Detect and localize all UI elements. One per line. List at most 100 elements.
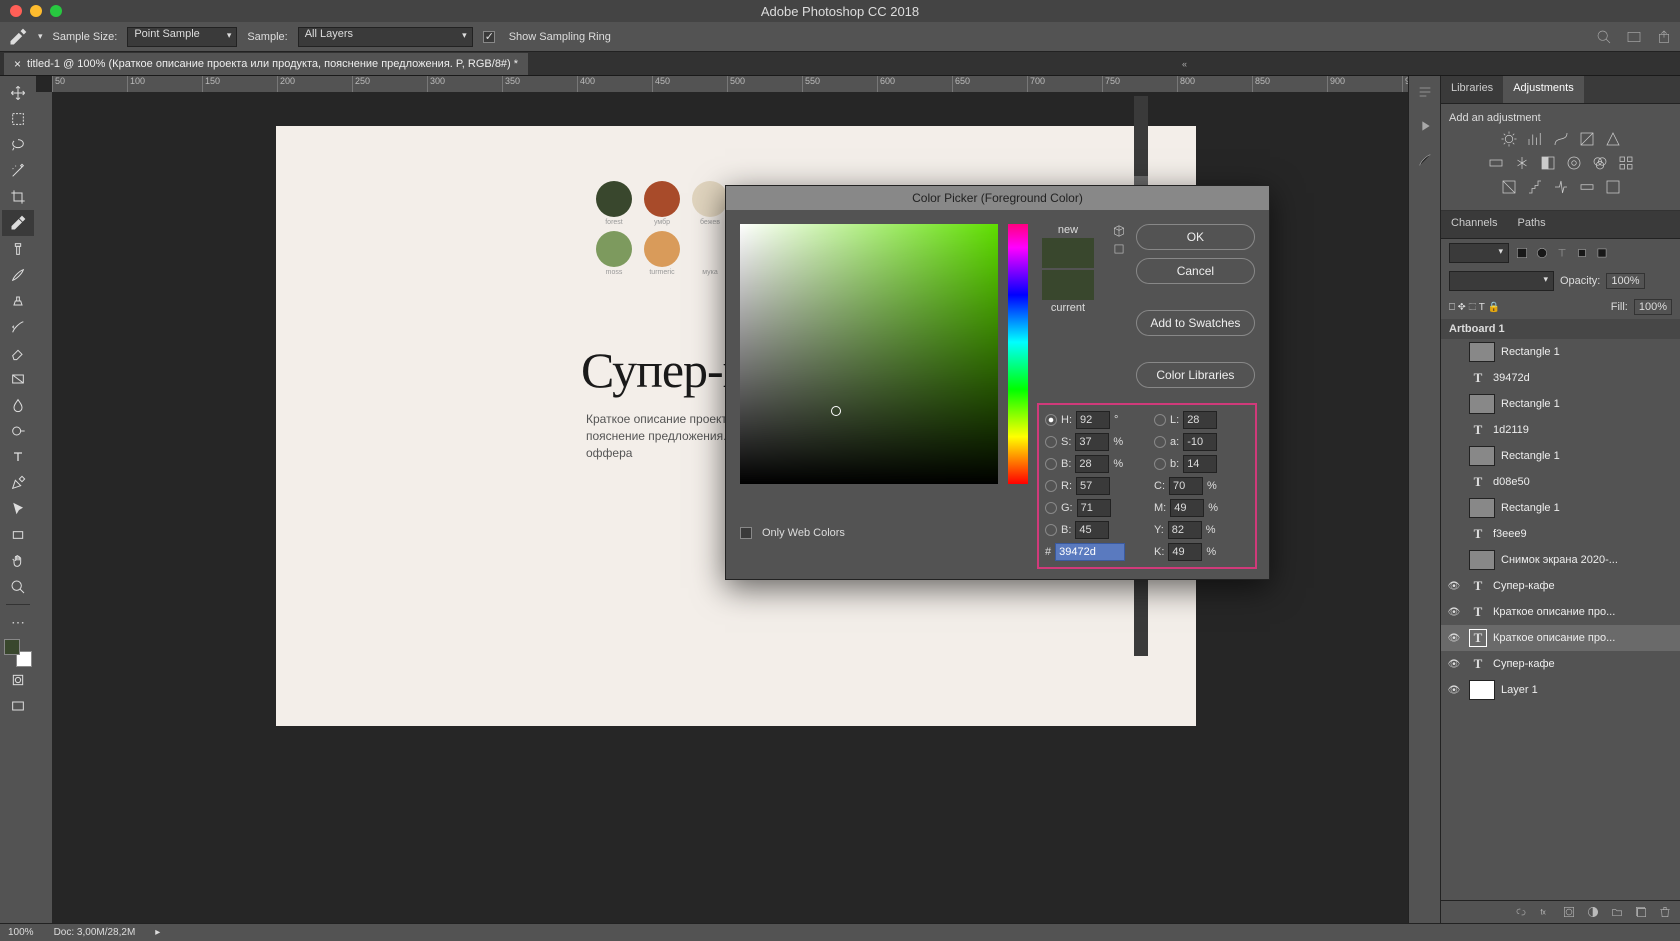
- group-icon[interactable]: [1610, 905, 1624, 919]
- ok-button[interactable]: OK: [1136, 224, 1255, 250]
- hand-tool[interactable]: [2, 548, 34, 574]
- clone-stamp-tool[interactable]: [2, 288, 34, 314]
- move-tool[interactable]: [2, 80, 34, 106]
- saturation-brightness-field[interactable]: [740, 224, 998, 484]
- share-icon[interactable]: [1656, 29, 1672, 45]
- foreground-color-swatch[interactable]: [4, 639, 20, 655]
- layer-row[interactable]: 👁TКраткое описание про...: [1441, 625, 1680, 651]
- blend-mode-dropdown[interactable]: [1449, 271, 1554, 291]
- mask-icon[interactable]: [1562, 905, 1576, 919]
- b-input[interactable]: [1183, 455, 1217, 473]
- sample-dropdown[interactable]: All Layers: [298, 27, 473, 47]
- l-input[interactable]: [1183, 411, 1217, 429]
- layer-row[interactable]: 👁TСупер-кафе: [1441, 651, 1680, 677]
- tab-paths[interactable]: Paths: [1507, 211, 1555, 238]
- a-input[interactable]: [1183, 433, 1217, 451]
- screen-mode-icon[interactable]: [2, 693, 34, 719]
- radio-bl[interactable]: [1045, 524, 1057, 536]
- doc-info-chevron-icon[interactable]: ▸: [155, 927, 160, 938]
- layer-row[interactable]: 👁TСупер-кафе: [1441, 573, 1680, 599]
- tab-adjustments[interactable]: Adjustments: [1503, 76, 1584, 103]
- radio-l[interactable]: [1154, 414, 1166, 426]
- k-input[interactable]: [1168, 543, 1202, 561]
- zoom-tool[interactable]: [2, 574, 34, 600]
- maximize-window-icon[interactable]: [50, 5, 62, 17]
- photo-filter-icon[interactable]: [1565, 154, 1583, 172]
- trash-icon[interactable]: [1658, 905, 1672, 919]
- levels-icon[interactable]: [1526, 130, 1544, 148]
- filter-smart-icon[interactable]: [1595, 246, 1609, 260]
- brushes-panel-icon[interactable]: [1417, 152, 1433, 168]
- visibility-toggle[interactable]: 👁: [1445, 685, 1463, 696]
- hue-slider[interactable]: [1008, 224, 1028, 484]
- layer-row[interactable]: Rectangle 1: [1441, 391, 1680, 417]
- blur-tool[interactable]: [2, 392, 34, 418]
- layer-row[interactable]: T1d2119: [1441, 417, 1680, 443]
- color-libraries-button[interactable]: Color Libraries: [1136, 362, 1255, 388]
- filter-image-icon[interactable]: [1515, 246, 1529, 260]
- pen-tool[interactable]: [2, 470, 34, 496]
- g-input[interactable]: [1077, 499, 1111, 517]
- healing-brush-tool[interactable]: [2, 236, 34, 262]
- layer-row[interactable]: Rectangle 1: [1441, 339, 1680, 365]
- threshold-icon[interactable]: [1552, 178, 1570, 196]
- visibility-toggle[interactable]: 👁: [1445, 633, 1463, 644]
- fx-icon[interactable]: fx: [1538, 905, 1552, 919]
- adjustment-layer-icon[interactable]: [1586, 905, 1600, 919]
- color-picker-dialog[interactable]: Color Picker (Foreground Color) new curr…: [725, 185, 1270, 580]
- properties-panel-icon[interactable]: [1417, 84, 1433, 100]
- sb-cursor[interactable]: [831, 406, 841, 416]
- type-tool[interactable]: [2, 444, 34, 470]
- zoom-level[interactable]: 100%: [8, 927, 34, 938]
- filter-shape-icon[interactable]: [1575, 246, 1589, 260]
- quick-mask-icon[interactable]: [2, 667, 34, 693]
- m-input[interactable]: [1170, 499, 1204, 517]
- channel-mixer-icon[interactable]: [1591, 154, 1609, 172]
- radio-a[interactable]: [1154, 436, 1166, 448]
- close-tab-icon[interactable]: ×: [14, 57, 21, 71]
- show-ring-checkbox[interactable]: [483, 31, 495, 43]
- search-icon[interactable]: [1596, 29, 1612, 45]
- path-select-tool[interactable]: [2, 496, 34, 522]
- bl-input[interactable]: [1075, 521, 1109, 539]
- minimize-window-icon[interactable]: [30, 5, 42, 17]
- sample-size-dropdown[interactable]: Point Sample: [127, 27, 237, 47]
- current-color-swatch[interactable]: [1042, 270, 1094, 300]
- layer-row[interactable]: Снимок экрана 2020-...: [1441, 547, 1680, 573]
- radio-r[interactable]: [1045, 480, 1057, 492]
- gradient-map-icon[interactable]: [1578, 178, 1596, 196]
- layer-row[interactable]: 👁TКраткое описание про...: [1441, 599, 1680, 625]
- c-input[interactable]: [1169, 477, 1203, 495]
- non-web-warning-icon[interactable]: [1112, 242, 1126, 256]
- r-input[interactable]: [1076, 477, 1110, 495]
- brush-tool[interactable]: [2, 262, 34, 288]
- close-window-icon[interactable]: [10, 5, 22, 17]
- actions-panel-icon[interactable]: [1417, 118, 1433, 134]
- layer-row[interactable]: Td08e50: [1441, 469, 1680, 495]
- link-layers-icon[interactable]: [1514, 905, 1528, 919]
- marquee-tool[interactable]: [2, 106, 34, 132]
- fill-value[interactable]: 100%: [1634, 299, 1672, 315]
- chevron-down-icon[interactable]: ▾: [38, 31, 43, 42]
- exposure-icon[interactable]: [1578, 130, 1596, 148]
- radio-b[interactable]: [1154, 458, 1166, 470]
- posterize-icon[interactable]: [1526, 178, 1544, 196]
- artboard-header[interactable]: Artboard 1: [1441, 319, 1680, 339]
- radio-h[interactable]: [1045, 414, 1057, 426]
- layer-row[interactable]: 👁Layer 1: [1441, 677, 1680, 703]
- selective-color-icon[interactable]: [1604, 178, 1622, 196]
- curves-icon[interactable]: [1552, 130, 1570, 148]
- radio-bri[interactable]: [1045, 458, 1057, 470]
- brightness-icon[interactable]: [1500, 130, 1518, 148]
- document-tab[interactable]: × titled-1 @ 100% (Краткое описание прое…: [4, 53, 528, 75]
- layer-row[interactable]: Tf3eee9: [1441, 521, 1680, 547]
- s-input[interactable]: [1075, 433, 1109, 451]
- crop-tool[interactable]: [2, 184, 34, 210]
- foreground-background-colors[interactable]: [4, 639, 32, 667]
- layer-row[interactable]: Rectangle 1: [1441, 443, 1680, 469]
- device-preview-icon[interactable]: [1626, 29, 1642, 45]
- new-layer-icon[interactable]: [1634, 905, 1648, 919]
- layer-row[interactable]: Rectangle 1: [1441, 495, 1680, 521]
- cube-icon[interactable]: [1112, 224, 1126, 238]
- color-balance-icon[interactable]: [1513, 154, 1531, 172]
